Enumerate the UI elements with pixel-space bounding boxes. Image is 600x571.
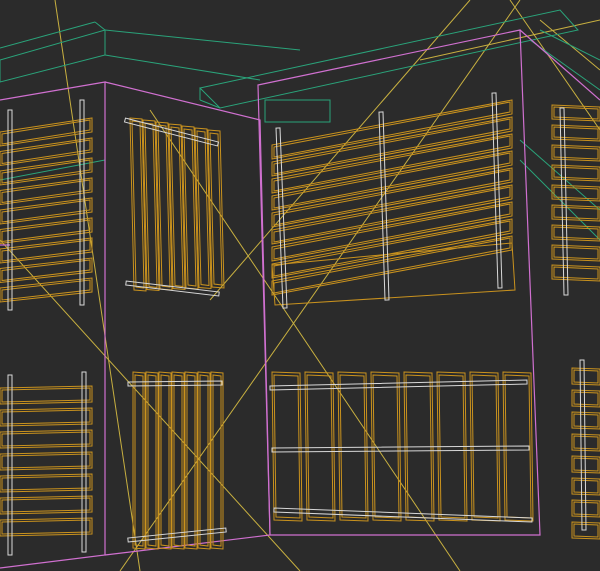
wood-slat-inner	[553, 246, 599, 260]
roof-beam-edge	[94, 21, 106, 31]
wood-slat-inner	[1, 519, 91, 535]
wood-slat-inner	[273, 118, 511, 175]
wood-slat-inner	[273, 169, 511, 226]
wood-slat-inner	[553, 266, 599, 280]
wood-slat-inner	[273, 203, 511, 260]
wood-slat-inner	[553, 226, 599, 240]
wireframe-scene	[0, 0, 600, 571]
wood-slat-inner	[212, 374, 222, 547]
wood-slat-inner	[134, 374, 144, 547]
wood-slat-inner	[273, 186, 511, 243]
cad-wireframe-viewport[interactable]	[0, 0, 600, 571]
roof-beam	[264, 99, 331, 123]
wood-slat-vertical	[370, 371, 402, 522]
wood-slat-inner	[1, 179, 91, 204]
wood-slat-inner	[553, 206, 599, 220]
wood-slat-inner	[273, 374, 301, 519]
wood-slat-inner	[160, 374, 170, 547]
wood-slat-inner	[1, 199, 91, 223]
roof-beam-edge	[199, 99, 221, 109]
wood-slat-inner	[573, 391, 599, 406]
wood-slat-inner	[1, 453, 91, 469]
wood-slat-inner	[186, 374, 196, 547]
wood-slat-inner	[1, 219, 91, 243]
wood-slat-vertical	[304, 371, 336, 522]
wood-slat-inner	[1, 475, 91, 491]
metal-rail	[269, 379, 528, 391]
wood-slat-inner	[553, 166, 599, 180]
wood-slat-vertical	[337, 371, 369, 522]
wood-slat-inner	[339, 374, 367, 519]
wood-slat-inner	[573, 369, 599, 384]
metal-rail	[579, 359, 587, 531]
wood-slat-inner	[1, 409, 91, 425]
wood-slat-inner	[273, 101, 511, 158]
wood-slat-vertical	[271, 371, 303, 522]
wood-slat-inner	[273, 220, 511, 277]
wood-slat-inner	[173, 374, 183, 547]
building-outline-left	[0, 81, 106, 569]
wood-slat-inner	[273, 152, 511, 209]
roof-beam-edge	[104, 54, 261, 81]
wood-slats	[0, 99, 600, 550]
roof-beam	[0, 29, 106, 83]
wood-slat-inner	[1, 497, 91, 513]
metal-rail	[81, 371, 87, 553]
wood-slat-inner	[573, 435, 599, 450]
wood-slat-inner	[147, 374, 157, 547]
wood-slat-inner	[1, 431, 91, 447]
wood-slat-inner	[573, 413, 599, 428]
wood-slat-inner	[573, 457, 599, 472]
wood-slat-inner	[306, 374, 334, 519]
wood-slat-inner	[1, 387, 91, 403]
wood-slat-inner	[199, 374, 209, 547]
roof-beam-edge	[104, 29, 301, 51]
roof-beam-edge	[0, 21, 96, 49]
wood-slat-inner	[372, 374, 400, 519]
